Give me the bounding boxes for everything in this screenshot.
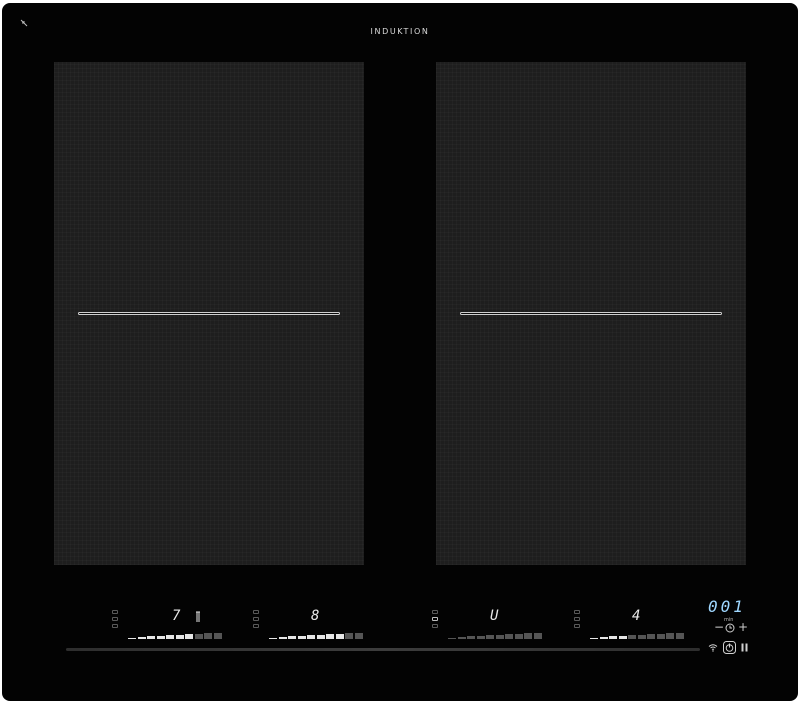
power-level-display: 7 <box>172 608 182 624</box>
power-level-segment[interactable] <box>457 636 466 639</box>
power-level-segment[interactable] <box>647 634 655 639</box>
power-level-segment[interactable] <box>495 634 504 639</box>
power-level-segment[interactable] <box>288 636 296 639</box>
system-controls <box>708 641 752 655</box>
mode-icon-middle[interactable] <box>432 617 438 621</box>
power-level-segment[interactable] <box>476 635 485 639</box>
mode-icon-top[interactable] <box>574 610 580 614</box>
clock-icon[interactable] <box>725 623 735 633</box>
power-level-segment[interactable] <box>175 634 184 639</box>
power-level-segment[interactable] <box>269 637 277 639</box>
power-level-segment[interactable] <box>166 635 174 639</box>
zone-control-rear-left[interactable]: 8 <box>253 608 373 644</box>
power-level-segment[interactable] <box>590 637 598 639</box>
power-slider[interactable] <box>448 631 544 639</box>
power-slider[interactable] <box>269 631 365 639</box>
mode-icon-middle[interactable] <box>253 617 259 621</box>
zone-control-front-right[interactable]: 4 <box>574 608 694 644</box>
power-level-segment[interactable] <box>137 636 146 639</box>
power-level-segment[interactable] <box>213 632 222 639</box>
mode-icon-middle[interactable] <box>112 617 118 621</box>
power-level-segment[interactable] <box>297 635 306 639</box>
power-level-segment[interactable] <box>533 632 542 639</box>
power-slider[interactable] <box>590 631 686 639</box>
power-level-segment[interactable] <box>599 636 608 639</box>
power-level-segment[interactable] <box>467 636 475 639</box>
mode-icon-top[interactable] <box>432 610 438 614</box>
power-level-segment[interactable] <box>609 636 617 639</box>
power-level-segment[interactable] <box>628 635 636 639</box>
pause-icon[interactable] <box>741 643 748 652</box>
power-level-segment[interactable] <box>185 634 193 639</box>
power-level-segment[interactable] <box>505 634 513 639</box>
timer-minus-button[interactable]: − <box>714 621 724 633</box>
mode-icon-top[interactable] <box>112 610 118 614</box>
pot-indicator-icon <box>196 611 200 622</box>
zone-mode-icons <box>112 610 120 631</box>
power-level-segment[interactable] <box>147 636 155 639</box>
power-level-segment[interactable] <box>637 634 646 639</box>
brand-label: INDUKTION <box>370 27 430 36</box>
zone-mode-icons <box>253 610 261 631</box>
zone-mode-icons <box>574 610 582 631</box>
timer-display: 001 <box>708 597 746 616</box>
power-icon[interactable] <box>723 641 736 654</box>
bridge-marker-left <box>78 312 340 315</box>
power-level-segment[interactable] <box>448 637 456 639</box>
power-level-segment[interactable] <box>524 633 532 639</box>
mode-icon-bottom[interactable] <box>112 624 118 628</box>
mode-icon-bottom[interactable] <box>253 624 259 628</box>
power-level-segment[interactable] <box>194 633 203 639</box>
power-level-segment[interactable] <box>618 635 627 639</box>
cooking-zone-left[interactable] <box>54 62 364 565</box>
mode-icon-top[interactable] <box>253 610 259 614</box>
power-level-segment[interactable] <box>278 636 287 639</box>
timer-controls: − + <box>714 621 748 634</box>
power-level-segment[interactable] <box>666 633 674 639</box>
mode-icon-middle[interactable] <box>574 617 580 621</box>
power-level-segment[interactable] <box>486 635 494 639</box>
wifi-icon[interactable] <box>708 643 718 652</box>
power-level-segment[interactable] <box>307 635 315 639</box>
power-level-display: U <box>490 608 500 624</box>
power-level-segment[interactable] <box>675 632 684 639</box>
mode-icon-bottom[interactable] <box>574 624 580 628</box>
cooking-zone-right[interactable] <box>436 62 746 565</box>
power-level-display: 4 <box>632 608 642 624</box>
power-level-segment[interactable] <box>345 633 353 639</box>
power-level-segment[interactable] <box>354 632 363 639</box>
zone-control-front-left[interactable]: 7 <box>112 608 232 644</box>
zone-control-rear-right[interactable]: U <box>432 608 552 644</box>
bridge-marker-right <box>460 312 722 315</box>
power-slider[interactable] <box>128 631 224 639</box>
power-level-segment[interactable] <box>326 634 334 639</box>
zone-mode-icons <box>432 610 440 631</box>
power-level-segment[interactable] <box>514 633 523 639</box>
mode-icon-bottom[interactable] <box>432 624 438 628</box>
power-level-segment[interactable] <box>128 637 136 639</box>
control-strip-line <box>66 648 700 651</box>
power-level-segment[interactable] <box>156 635 165 639</box>
power-level-segment[interactable] <box>656 633 665 639</box>
power-level-segment[interactable] <box>316 634 325 639</box>
power-level-display: 8 <box>311 608 321 624</box>
power-level-segment[interactable] <box>204 633 212 639</box>
cooktop-panel: INDUKTION 7 8 U 4 001 min − + <box>2 3 798 701</box>
key-lock-icon[interactable] <box>20 19 28 27</box>
timer-plus-button[interactable]: + <box>738 621 748 633</box>
power-level-segment[interactable] <box>335 633 344 639</box>
